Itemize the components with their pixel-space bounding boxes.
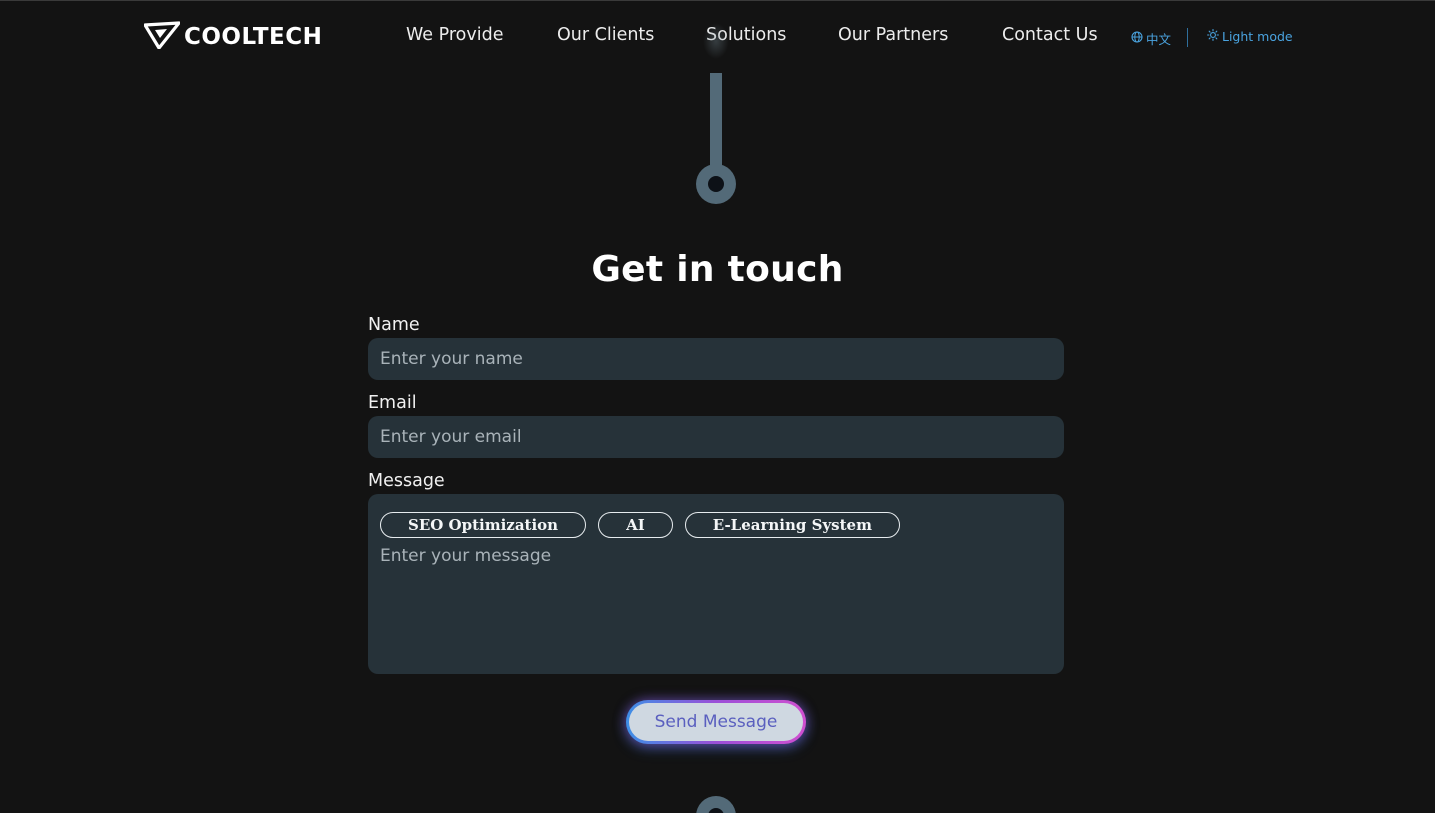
- message-input[interactable]: [368, 544, 1064, 670]
- connector-node-icon: [696, 164, 736, 204]
- tag-ai[interactable]: AI: [598, 512, 673, 538]
- theme-label: Light mode: [1222, 29, 1293, 44]
- nav-our-partners[interactable]: Our Partners: [838, 25, 948, 45]
- nav-contact-us[interactable]: Contact Us: [1002, 25, 1098, 45]
- send-message-button[interactable]: Send Message: [626, 700, 806, 744]
- email-input[interactable]: [368, 416, 1064, 458]
- theme-toggle[interactable]: Light mode: [1207, 29, 1293, 44]
- connector-stem: [710, 73, 722, 173]
- nav-our-clients[interactable]: Our Clients: [557, 25, 654, 45]
- header-divider: [1187, 28, 1188, 47]
- email-label: Email: [368, 393, 417, 413]
- tag-e-learning-system[interactable]: E-Learning System: [684, 512, 900, 538]
- message-label: Message: [368, 471, 445, 491]
- bottom-connector-node-icon: [696, 796, 736, 813]
- connector-glow: [703, 23, 729, 59]
- nav-we-provide[interactable]: We Provide: [406, 25, 503, 45]
- sun-icon: [1207, 29, 1219, 44]
- page: COOLTECH We Provide Our Clients Solution…: [0, 0, 1435, 813]
- page-title: Get in touch: [591, 249, 844, 290]
- language-label: 中文: [1146, 32, 1172, 47]
- tag-list: SEO Optimization AI E-Learning System: [380, 512, 900, 538]
- tag-seo-optimization[interactable]: SEO Optimization: [380, 512, 587, 538]
- name-input[interactable]: [368, 338, 1064, 380]
- globe-icon: [1131, 31, 1143, 46]
- name-label: Name: [368, 315, 420, 335]
- language-switch[interactable]: 中文: [1131, 29, 1171, 48]
- message-box: SEO Optimization AI E-Learning System: [368, 494, 1064, 674]
